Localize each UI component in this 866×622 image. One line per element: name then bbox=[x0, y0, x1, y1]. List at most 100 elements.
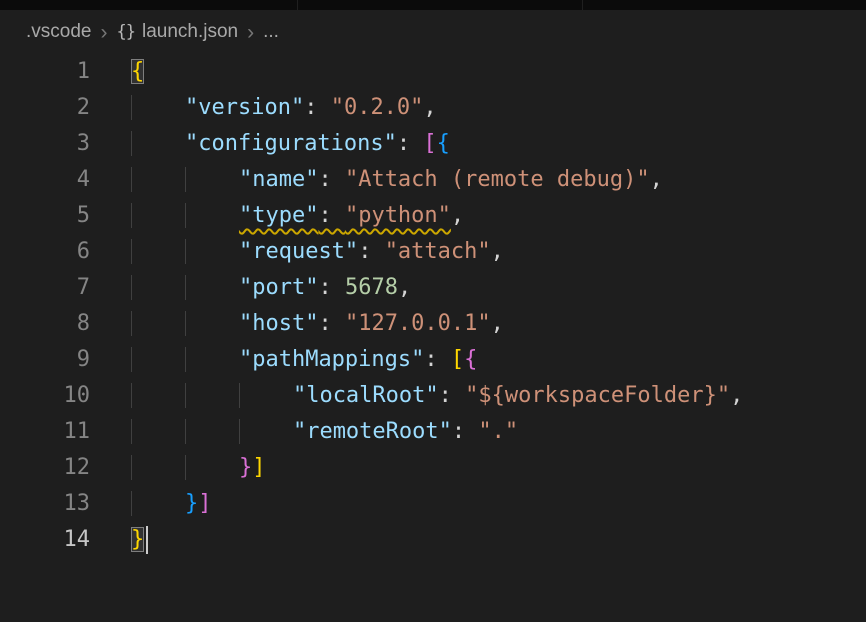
line-content: "type": "python", bbox=[131, 198, 464, 234]
code-token: : bbox=[424, 347, 451, 372]
code-token: : bbox=[304, 95, 331, 120]
indent-guide bbox=[239, 383, 293, 408]
text-cursor bbox=[146, 526, 148, 554]
line-number[interactable]: 3 bbox=[0, 126, 90, 162]
indent-guide bbox=[185, 455, 239, 480]
code-token: , bbox=[491, 239, 504, 264]
indent-guide bbox=[131, 383, 185, 408]
code-token: "type" bbox=[239, 203, 318, 228]
chevron-right-icon: › bbox=[247, 22, 254, 43]
line-number[interactable]: 2 bbox=[0, 90, 90, 126]
line-number[interactable]: 9 bbox=[0, 342, 90, 378]
code-line[interactable]: 2 "version": "0.2.0", bbox=[0, 90, 866, 126]
indent-guide bbox=[185, 167, 239, 192]
code-token: "${workspaceFolder}" bbox=[465, 383, 730, 408]
code-token: "pathMappings" bbox=[239, 347, 424, 372]
indent-guide bbox=[185, 419, 239, 444]
indent-guide bbox=[131, 131, 185, 156]
code-line[interactable]: 1{ bbox=[0, 54, 866, 90]
tab-strip-segment bbox=[0, 0, 298, 10]
code-line[interactable]: 8 "host": "127.0.0.1", bbox=[0, 306, 866, 342]
code-line[interactable]: 4 "name": "Attach (remote debug)", bbox=[0, 162, 866, 198]
code-token: , bbox=[491, 311, 504, 336]
line-content: "version": "0.2.0", bbox=[131, 90, 437, 126]
code-token: ] bbox=[198, 491, 211, 516]
code-line[interactable]: 5 "type": "python", bbox=[0, 198, 866, 234]
code-token: : bbox=[318, 203, 345, 228]
code-token: "host" bbox=[239, 311, 318, 336]
indent-guide bbox=[185, 383, 239, 408]
code-token: [ bbox=[451, 347, 464, 372]
line-number[interactable]: 1 bbox=[0, 54, 90, 90]
tab-strip-segment bbox=[583, 0, 866, 10]
indent-guide bbox=[131, 311, 185, 336]
code-token: } bbox=[131, 527, 144, 552]
code-token: , bbox=[730, 383, 743, 408]
code-token: : bbox=[439, 383, 466, 408]
line-content: "host": "127.0.0.1", bbox=[131, 306, 504, 342]
tab-strip-segment bbox=[298, 0, 583, 10]
code-area[interactable]: 1{2 "version": "0.2.0",3 "configurations… bbox=[0, 54, 866, 558]
line-number[interactable]: 14 bbox=[0, 522, 90, 558]
indent-guide bbox=[131, 167, 185, 192]
line-number[interactable]: 6 bbox=[0, 234, 90, 270]
line-content: }] bbox=[131, 450, 265, 486]
code-token: } bbox=[185, 491, 198, 516]
indent-guide bbox=[185, 239, 239, 264]
code-token: } bbox=[239, 455, 252, 480]
line-number[interactable]: 8 bbox=[0, 306, 90, 342]
editor-tab-strip bbox=[0, 0, 866, 10]
code-line[interactable]: 6 "request": "attach", bbox=[0, 234, 866, 270]
breadcrumb: .vscode › {} launch.json › ... bbox=[0, 10, 866, 54]
indent-guide bbox=[185, 275, 239, 300]
code-token: : bbox=[452, 419, 479, 444]
line-content: } bbox=[131, 522, 148, 558]
indent-guide bbox=[131, 419, 185, 444]
code-token: "request" bbox=[239, 239, 358, 264]
code-token: , bbox=[650, 167, 663, 192]
code-token: , bbox=[398, 275, 411, 300]
code-line[interactable]: 10 "localRoot": "${workspaceFolder}", bbox=[0, 378, 866, 414]
line-content: }] bbox=[131, 486, 211, 522]
code-token: "version" bbox=[185, 95, 304, 120]
indent-guide bbox=[185, 311, 239, 336]
line-number[interactable]: 5 bbox=[0, 198, 90, 234]
indent-guide bbox=[131, 275, 185, 300]
indent-guide bbox=[185, 203, 239, 228]
line-content: "configurations": [{ bbox=[131, 126, 450, 162]
code-token: : bbox=[318, 167, 345, 192]
line-number[interactable]: 13 bbox=[0, 486, 90, 522]
code-token: : bbox=[318, 275, 345, 300]
code-token: "localRoot" bbox=[293, 383, 439, 408]
indent-guide bbox=[239, 419, 293, 444]
code-token: : bbox=[397, 131, 424, 156]
code-line[interactable]: 3 "configurations": [{ bbox=[0, 126, 866, 162]
line-content: { bbox=[131, 54, 144, 90]
breadcrumb-file[interactable]: {} launch.json bbox=[116, 21, 238, 43]
code-line[interactable]: 7 "port": 5678, bbox=[0, 270, 866, 306]
line-number[interactable]: 4 bbox=[0, 162, 90, 198]
indent-guide bbox=[131, 455, 185, 480]
breadcrumb-folder[interactable]: .vscode bbox=[26, 21, 91, 43]
code-token: 5678 bbox=[345, 275, 398, 300]
line-number[interactable]: 7 bbox=[0, 270, 90, 306]
code-token: "0.2.0" bbox=[331, 95, 424, 120]
code-token: ] bbox=[252, 455, 265, 480]
line-number[interactable]: 10 bbox=[0, 378, 90, 414]
code-token: : bbox=[358, 239, 385, 264]
indent-guide bbox=[185, 347, 239, 372]
code-line[interactable]: 14} bbox=[0, 522, 866, 558]
code-token: "." bbox=[478, 419, 518, 444]
line-number[interactable]: 11 bbox=[0, 414, 90, 450]
code-token: "port" bbox=[239, 275, 318, 300]
indent-guide bbox=[131, 491, 185, 516]
indent-guide bbox=[131, 203, 185, 228]
line-content: "port": 5678, bbox=[131, 270, 411, 306]
code-line[interactable]: 12 }] bbox=[0, 450, 866, 486]
code-line[interactable]: 13 }] bbox=[0, 486, 866, 522]
code-token: [ bbox=[423, 131, 436, 156]
code-line[interactable]: 11 "remoteRoot": "." bbox=[0, 414, 866, 450]
breadcrumb-symbol-more[interactable]: ... bbox=[263, 21, 279, 43]
code-line[interactable]: 9 "pathMappings": [{ bbox=[0, 342, 866, 378]
line-number[interactable]: 12 bbox=[0, 450, 90, 486]
